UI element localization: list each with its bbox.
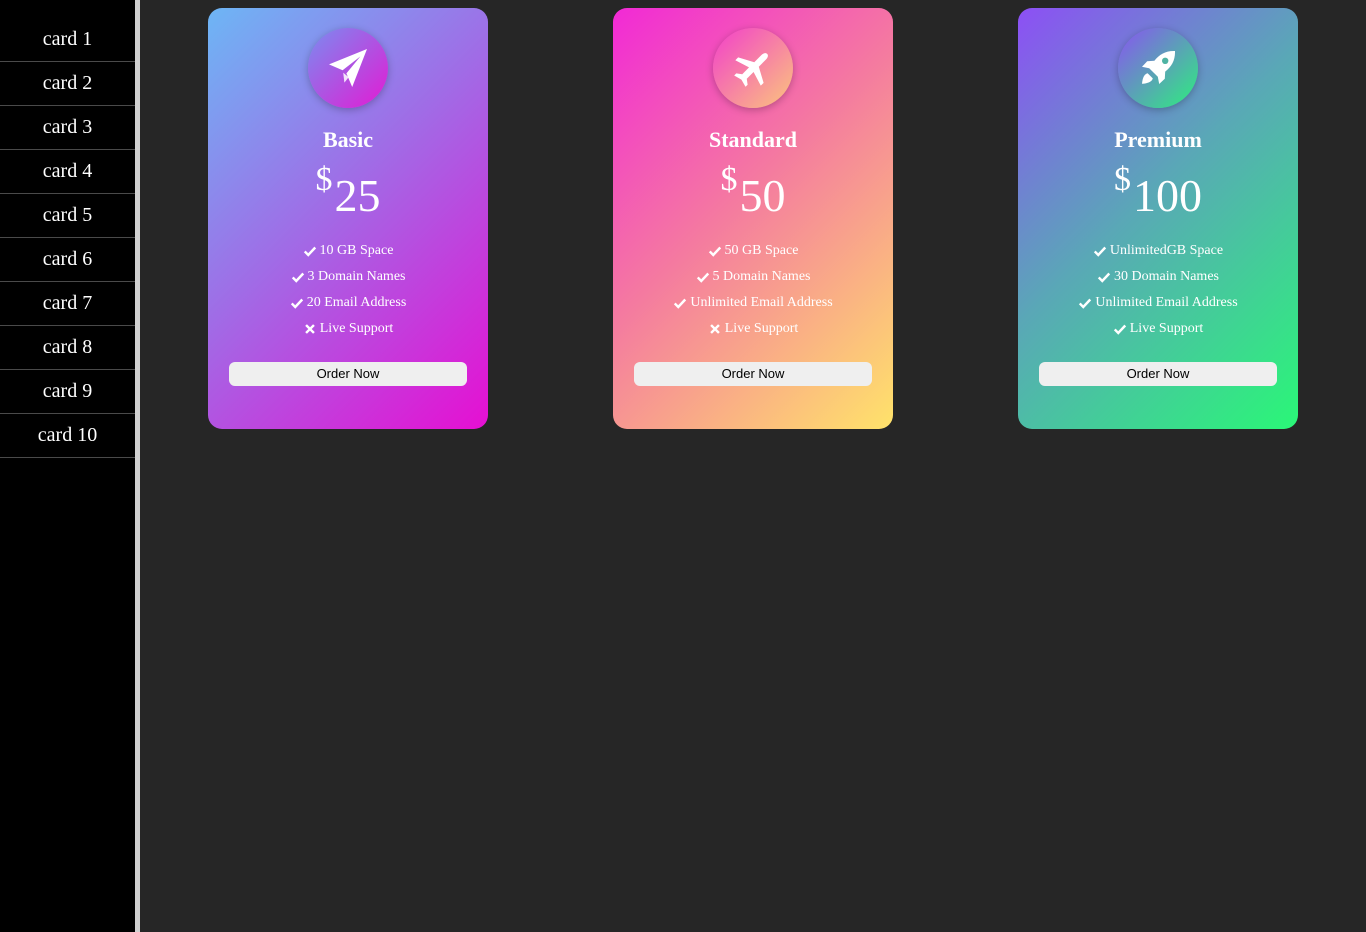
check-icon bbox=[674, 298, 687, 309]
check-icon bbox=[1093, 246, 1107, 257]
feature-item: UnlimitedGB Space bbox=[1018, 238, 1298, 264]
sidebar-item-card-4[interactable]: card 4 bbox=[0, 150, 135, 194]
feature-list: UnlimitedGB Space 30 Domain Names Unlimi… bbox=[1018, 238, 1298, 342]
check-icon bbox=[696, 272, 709, 283]
check-icon bbox=[708, 246, 721, 257]
feature-item: 3 Domain Names bbox=[208, 264, 488, 290]
cross-icon bbox=[709, 324, 720, 334]
airplane-icon bbox=[734, 53, 768, 87]
feature-text: Live Support bbox=[319, 321, 394, 336]
sidebar-item-card-5[interactable]: card 5 bbox=[0, 194, 135, 238]
pricing-area: Basic $25 10 GB Space 3 Domain Names 20 … bbox=[140, 0, 1366, 932]
paper-plane-icon bbox=[329, 49, 367, 87]
feature-item: Live Support bbox=[208, 316, 488, 342]
currency-symbol: $ bbox=[720, 161, 738, 198]
feature-text: 50 GB Space bbox=[724, 243, 799, 258]
icon-badge bbox=[308, 28, 388, 108]
feature-text: Unlimited Email Address bbox=[690, 295, 833, 310]
feature-item: Live Support bbox=[1018, 316, 1298, 342]
plan-name: Standard bbox=[708, 127, 798, 152]
feature-text: 30 Domain Names bbox=[1114, 269, 1219, 284]
sidebar-item-card-6[interactable]: card 6 bbox=[0, 238, 135, 282]
feature-item: 50 GB Space bbox=[613, 238, 893, 264]
plan-name: Basic bbox=[322, 127, 374, 152]
feature-text: 20 Email Address bbox=[306, 295, 407, 310]
currency-symbol: $ bbox=[1114, 161, 1131, 198]
check-icon bbox=[303, 246, 316, 257]
feature-text: UnlimitedGB Space bbox=[1109, 243, 1224, 258]
feature-text: Unlimited Email Address bbox=[1095, 295, 1238, 310]
feature-text: 10 GB Space bbox=[319, 243, 394, 258]
feature-item: 10 GB Space bbox=[208, 238, 488, 264]
feature-text: 5 Domain Names bbox=[712, 269, 811, 284]
plan-name: Premium bbox=[1114, 127, 1202, 152]
icon-badge bbox=[713, 28, 793, 108]
sidebar: card 1 card 2 card 3 card 4 card 5 card … bbox=[0, 0, 135, 932]
price-amount: 25 bbox=[334, 170, 381, 221]
feature-item: 20 Email Address bbox=[208, 290, 488, 316]
feature-list: 10 GB Space 3 Domain Names 20 Email Addr… bbox=[208, 238, 488, 342]
sidebar-item-card-8[interactable]: card 8 bbox=[0, 326, 135, 370]
check-icon bbox=[1113, 324, 1126, 335]
check-icon bbox=[1097, 272, 1111, 283]
order-now-button[interactable]: Order Now bbox=[1039, 362, 1277, 386]
sidebar-item-card-1[interactable]: card 1 bbox=[0, 18, 135, 62]
currency-symbol: $ bbox=[315, 161, 333, 198]
feature-text: 3 Domain Names bbox=[307, 269, 406, 284]
pricing-card-basic: Basic $25 10 GB Space 3 Domain Names 20 … bbox=[208, 8, 488, 429]
feature-item: 30 Domain Names bbox=[1018, 264, 1298, 290]
order-now-button[interactable]: Order Now bbox=[634, 362, 872, 386]
sidebar-item-card-2[interactable]: card 2 bbox=[0, 62, 135, 106]
check-icon bbox=[1079, 298, 1092, 309]
plan-price: $25 bbox=[208, 158, 488, 234]
feature-item: 5 Domain Names bbox=[613, 264, 893, 290]
sidebar-item-card-3[interactable]: card 3 bbox=[0, 106, 135, 150]
price-amount: 100 bbox=[1133, 170, 1202, 221]
sidebar-item-card-10[interactable]: card 10 bbox=[0, 414, 135, 458]
sidebar-item-card-7[interactable]: card 7 bbox=[0, 282, 135, 326]
check-icon bbox=[291, 272, 304, 283]
feature-list: 50 GB Space 5 Domain Names Unlimited Ema… bbox=[613, 238, 893, 342]
rocket-icon bbox=[1142, 50, 1176, 84]
feature-text: Live Support bbox=[1129, 321, 1204, 336]
pricing-card-standard: Standard $50 50 GB Space 5 Domain Names … bbox=[613, 8, 893, 429]
feature-text: Live Support bbox=[724, 321, 799, 336]
feature-item: Live Support bbox=[613, 316, 893, 342]
price-amount: 50 bbox=[739, 170, 786, 221]
sidebar-item-card-9[interactable]: card 9 bbox=[0, 370, 135, 414]
icon-badge bbox=[1118, 28, 1198, 108]
cross-icon bbox=[304, 324, 315, 334]
feature-item: Unlimited Email Address bbox=[613, 290, 893, 316]
feature-item: Unlimited Email Address bbox=[1018, 290, 1298, 316]
order-now-button[interactable]: Order Now bbox=[229, 362, 467, 386]
check-icon bbox=[290, 298, 303, 309]
plan-price: $100 bbox=[1018, 158, 1298, 234]
pricing-card-premium: Premium $100 UnlimitedGB Space 30 Domain… bbox=[1018, 8, 1298, 429]
plan-price: $50 bbox=[613, 158, 893, 234]
